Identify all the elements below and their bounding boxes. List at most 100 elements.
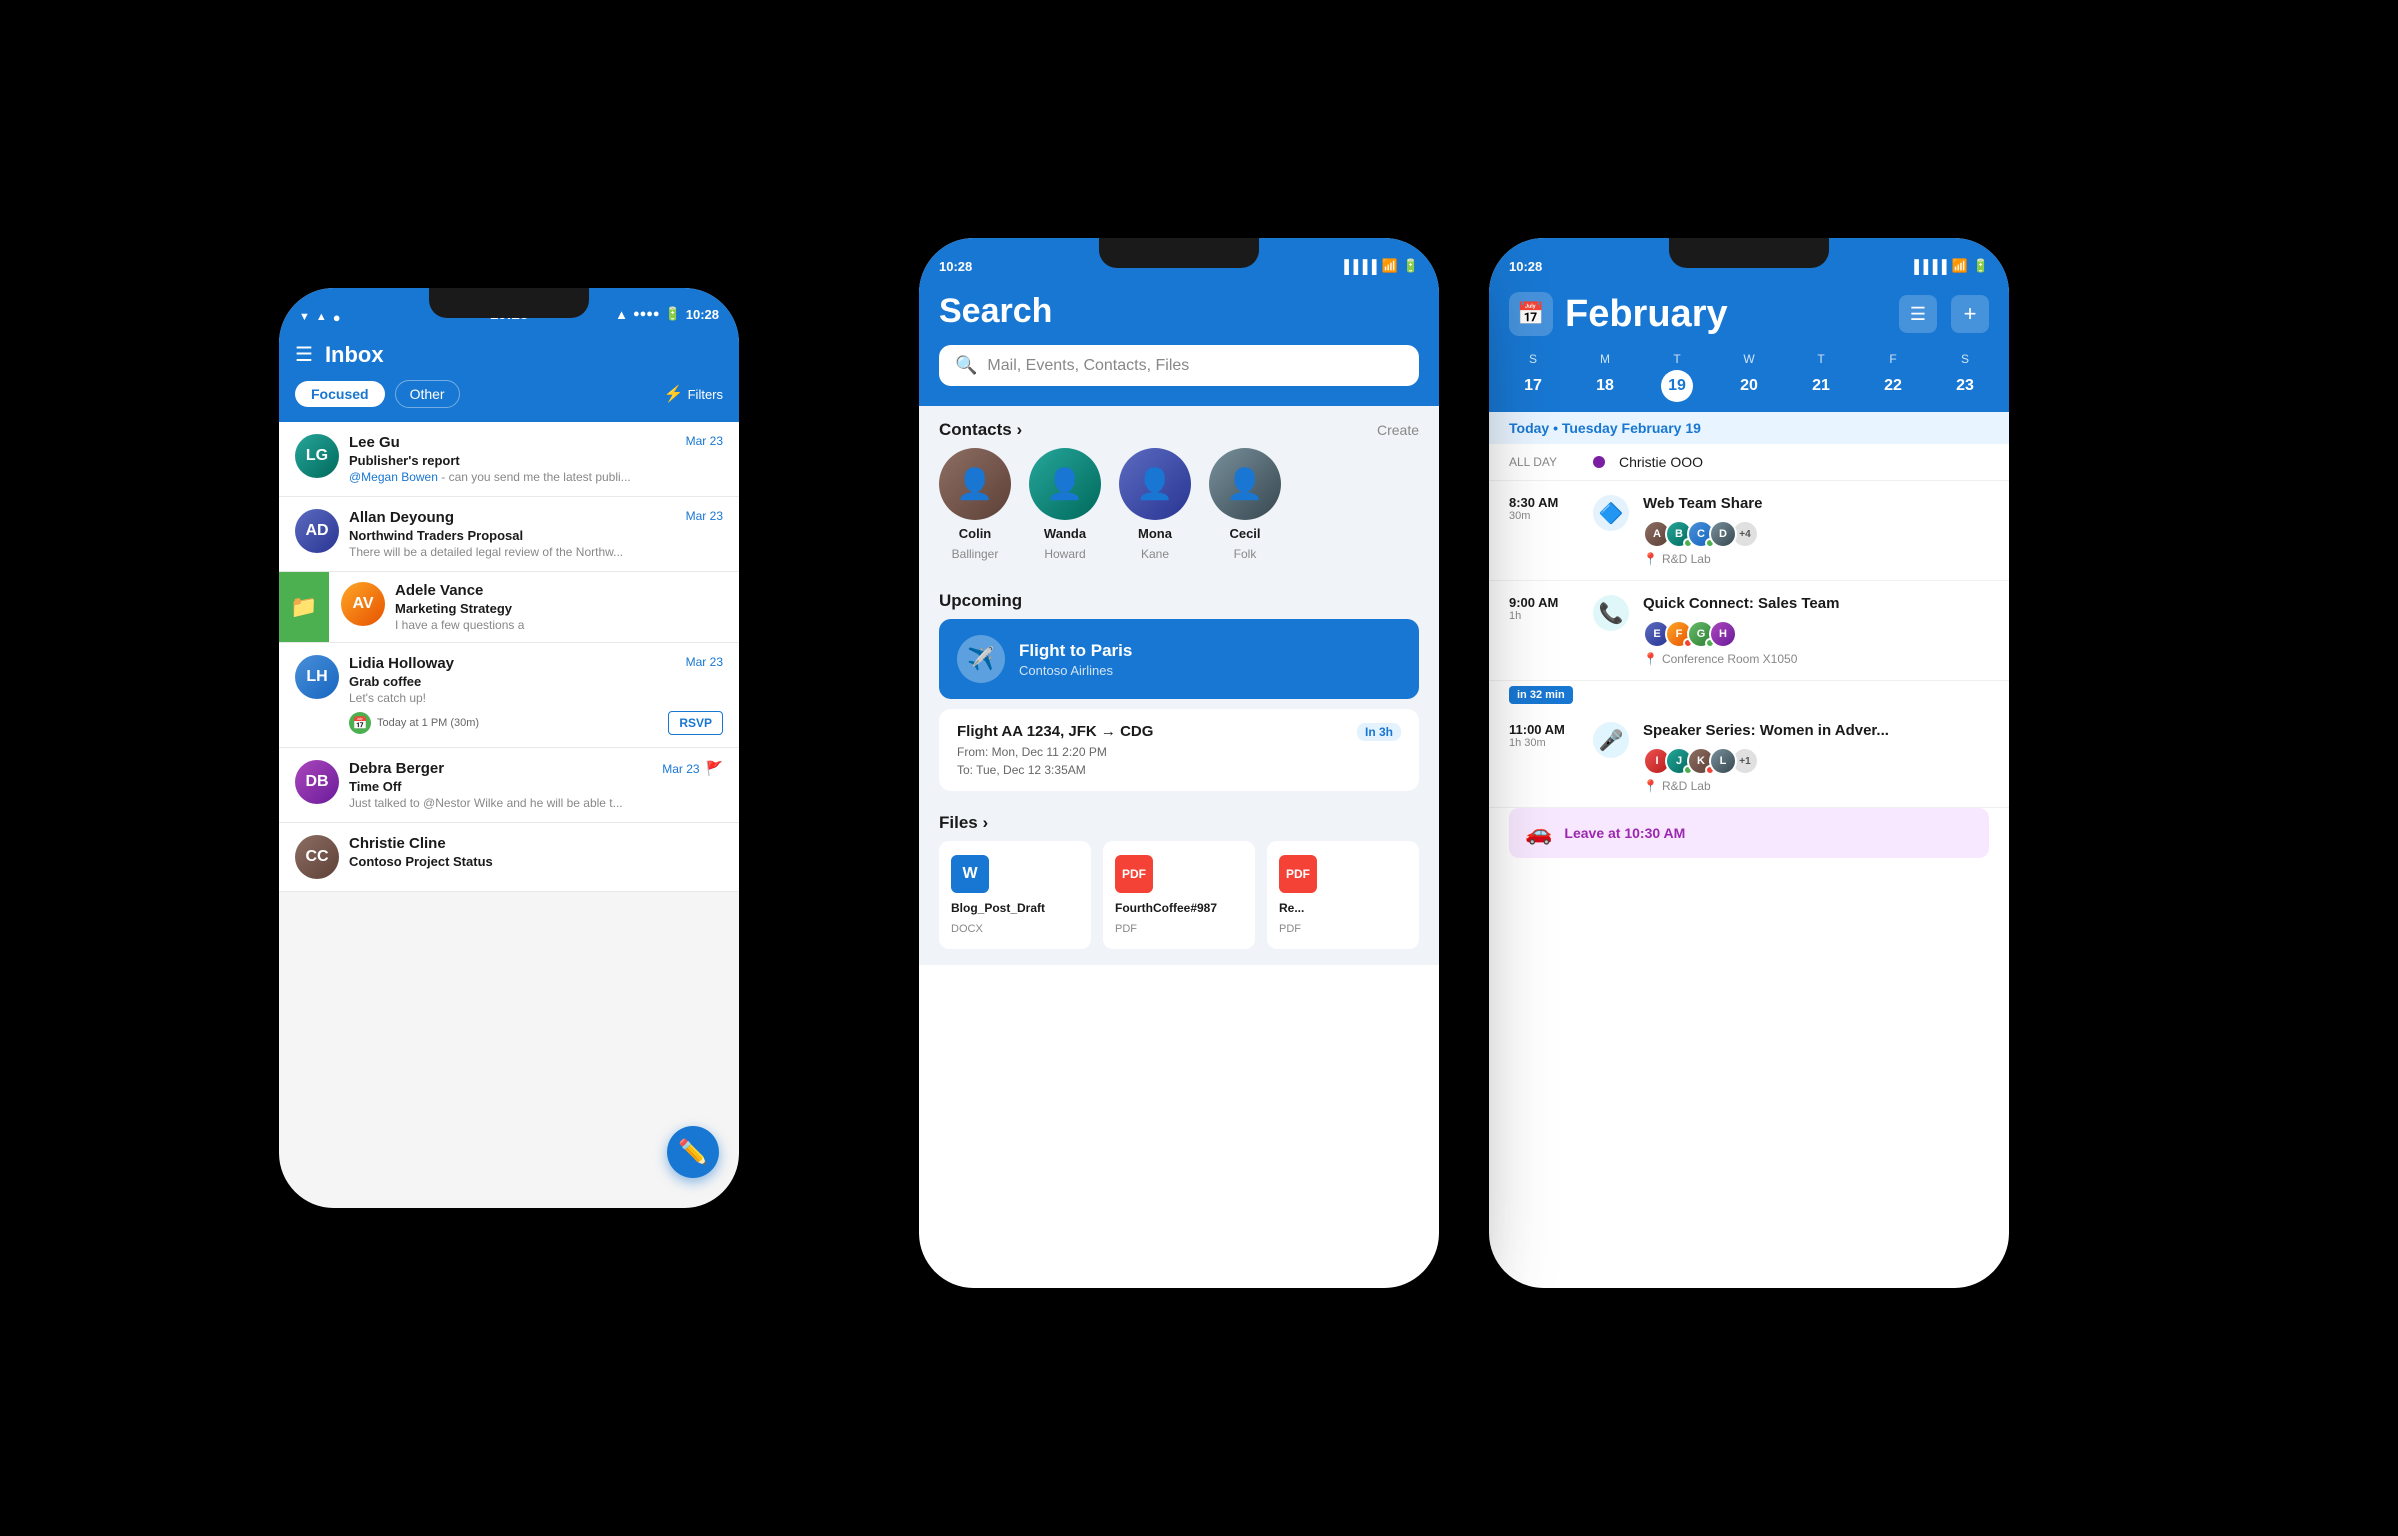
email-item[interactable]: LG Lee Gu Mar 23 Publisher's report @Meg… — [279, 422, 739, 497]
upcoming-detail-card[interactable]: Flight AA 1234, JFK → CDG In 3h From: Mo… — [939, 709, 1419, 791]
flight-to: To: Tue, Dec 12 3:35AM — [957, 763, 1401, 777]
attendee-avatar: D — [1709, 520, 1737, 548]
file-item[interactable]: PDF FourthCoffee#987 PDF — [1103, 841, 1255, 949]
location-icon: 📍 — [1643, 779, 1658, 793]
email-date: Mar 23 — [662, 762, 699, 776]
search-bar[interactable]: 🔍 Mail, Events, Contacts, Files — [939, 345, 1419, 386]
car-icon: 🚗 — [1525, 820, 1552, 846]
event-duration: 30m — [1509, 510, 1579, 522]
create-action[interactable]: Create — [1377, 422, 1419, 438]
avatar: DB — [295, 760, 339, 804]
contact-item[interactable]: 👤 Wanda Howard — [1029, 448, 1101, 561]
email-sender: Lidia Holloway — [349, 655, 454, 672]
flag-icon: 🚩 — [706, 760, 723, 777]
calendar-events: ALL DAY Christie OOO 8:30 AM 30m 🔷 Web T… — [1489, 444, 2009, 868]
phone-search: 10:28 ▐▐▐▐ 📶 🔋 Search 🔍 Mail, Events, Co… — [919, 238, 1439, 1288]
email-item[interactable]: CC Christie Cline Contoso Project Status — [279, 823, 739, 892]
inbox-title: Inbox — [325, 342, 384, 368]
calendar-app-icon: 📅 — [1509, 292, 1553, 336]
file-item[interactable]: W Blog_Post_Draft DOCX — [939, 841, 1091, 949]
pdf-file-icon: PDF — [1115, 855, 1153, 893]
event-duration: 1h — [1509, 610, 1579, 622]
email-item[interactable]: LH Lidia Holloway Mar 23 Grab coffee Let… — [279, 643, 739, 748]
contact-name: Cecil — [1229, 526, 1260, 541]
event-location: 📍 R&D Lab — [1643, 552, 1989, 566]
email-item-swipe[interactable]: 📁 AV Adele Vance Marketing Strategy I ha… — [279, 572, 739, 643]
event-speaker-series[interactable]: 11:00 AM 1h 30m 🎤 Speaker Series: Women … — [1489, 708, 2009, 808]
contact-lastname: Ballinger — [952, 547, 999, 561]
email-subject: Grab coffee — [349, 674, 723, 689]
file-item[interactable]: PDF Re... PDF — [1267, 841, 1419, 949]
search-icon: 🔍 — [955, 355, 977, 376]
all-day-event[interactable]: ALL DAY Christie OOO — [1489, 444, 2009, 481]
rsvp-button[interactable]: RSVP — [668, 711, 723, 735]
event-location: 📍 Conference Room X1050 — [1643, 652, 1989, 666]
attendee-avatar: L — [1709, 747, 1737, 775]
signal-icon: ▐▐▐▐ — [1910, 259, 1947, 274]
today-label: Today • Tuesday February 19 — [1509, 420, 1701, 436]
cal-day-wed: W 20 — [1713, 352, 1785, 402]
email-sender: Adele Vance — [395, 582, 483, 599]
calendar-week-grid: S 17 M 18 T 19 W 20 T 21 — [1489, 352, 2009, 412]
files-title: Files › — [939, 813, 988, 833]
battery-icon: 🔋 — [665, 306, 681, 322]
contact-name: Mona — [1138, 526, 1172, 541]
wifi-icon: ▲ — [615, 307, 628, 322]
wifi-icon: 📶 — [1952, 258, 1968, 274]
file-type: PDF — [1279, 923, 1301, 935]
calendar-add-button[interactable]: + — [1951, 295, 1989, 333]
flight-subtitle: Contoso Airlines — [1019, 663, 1132, 678]
search-title: Search — [939, 292, 1419, 331]
upcoming-section-header: Upcoming — [919, 577, 1439, 619]
event-location: 📍 R&D Lab — [1643, 779, 1989, 793]
contact-item[interactable]: 👤 Cecil Folk — [1209, 448, 1281, 561]
avatar: AV — [341, 582, 385, 626]
event-time: 9:00 AM — [1509, 595, 1579, 610]
event-title: Quick Connect: Sales Team — [1643, 595, 1989, 612]
email-item[interactable]: AD Allan Deyoung Mar 23 Northwind Trader… — [279, 497, 739, 572]
email-item[interactable]: DB Debra Berger Mar 23 🚩 Time Off Just t… — [279, 748, 739, 823]
pdf-file-icon: PDF — [1279, 855, 1317, 893]
tab-focused[interactable]: Focused — [295, 381, 385, 407]
tab-other[interactable]: Other — [395, 380, 460, 408]
calendar-list-view-button[interactable]: ☰ — [1899, 295, 1937, 333]
flight-from: From: Mon, Dec 11 2:20 PM — [957, 745, 1401, 759]
contact-item[interactable]: 👤 Mona Kane — [1119, 448, 1191, 561]
contacts-section-header: Contacts › Create — [919, 406, 1439, 448]
email-preview: I have a few questions a — [395, 618, 727, 632]
calendar-month: February — [1565, 293, 1728, 336]
battery-icon: 🔋 — [1403, 258, 1419, 274]
event-sales-team[interactable]: 9:00 AM 1h 📞 Quick Connect: Sales Team E… — [1489, 581, 2009, 681]
in-minutes-container: in 32 min — [1489, 681, 2009, 708]
filter-button[interactable]: ⚡ Filters — [664, 384, 723, 404]
upcoming-title: Upcoming — [939, 591, 1022, 611]
cal-day-tue[interactable]: T 19 — [1641, 352, 1713, 402]
contact-avatar: 👤 — [1029, 448, 1101, 520]
email-sender: Allan Deyoung — [349, 509, 454, 526]
location-icon: 📍 — [1643, 652, 1658, 666]
compose-fab[interactable]: ✏️ — [667, 1126, 719, 1178]
cal-day-fri: F 22 — [1857, 352, 1929, 402]
email-preview: Let's catch up! — [349, 691, 723, 705]
email-sender: Debra Berger — [349, 760, 444, 777]
calendar-dot-icon: 📅 — [349, 712, 371, 734]
avatar: AD — [295, 509, 339, 553]
leave-banner: 🚗 Leave at 10:30 AM — [1509, 808, 1989, 858]
file-name: FourthCoffee#987 — [1115, 901, 1217, 915]
event-icon: 🔷 — [1593, 495, 1629, 531]
upcoming-flight-card[interactable]: ✈️ Flight to Paris Contoso Airlines — [939, 619, 1419, 699]
in-minutes-badge: in 32 min — [1509, 686, 1573, 704]
location-icon: 📍 — [1643, 552, 1658, 566]
contacts-title: Contacts › — [939, 420, 1022, 440]
files-row: W Blog_Post_Draft DOCX PDF FourthCoffee#… — [919, 841, 1439, 965]
flight-title: Flight to Paris — [1019, 641, 1132, 661]
status-time-search: 10:28 — [939, 255, 972, 274]
event-web-team[interactable]: 8:30 AM 30m 🔷 Web Team Share A B — [1489, 481, 2009, 581]
hamburger-icon[interactable]: ☰ — [295, 345, 313, 365]
event-time: 8:30 AM — [1509, 495, 1579, 510]
file-type: DOCX — [951, 923, 983, 935]
contact-item[interactable]: 👤 Colin Ballinger — [939, 448, 1011, 561]
email-subject: Time Off — [349, 779, 723, 794]
phones-wrapper: ▼ ▲ ● 10:28 ▲ ●●●● 🔋 10:28 ☰ Inbox — [0, 0, 2398, 1536]
battery-icon: 🔋 — [1973, 258, 1989, 274]
